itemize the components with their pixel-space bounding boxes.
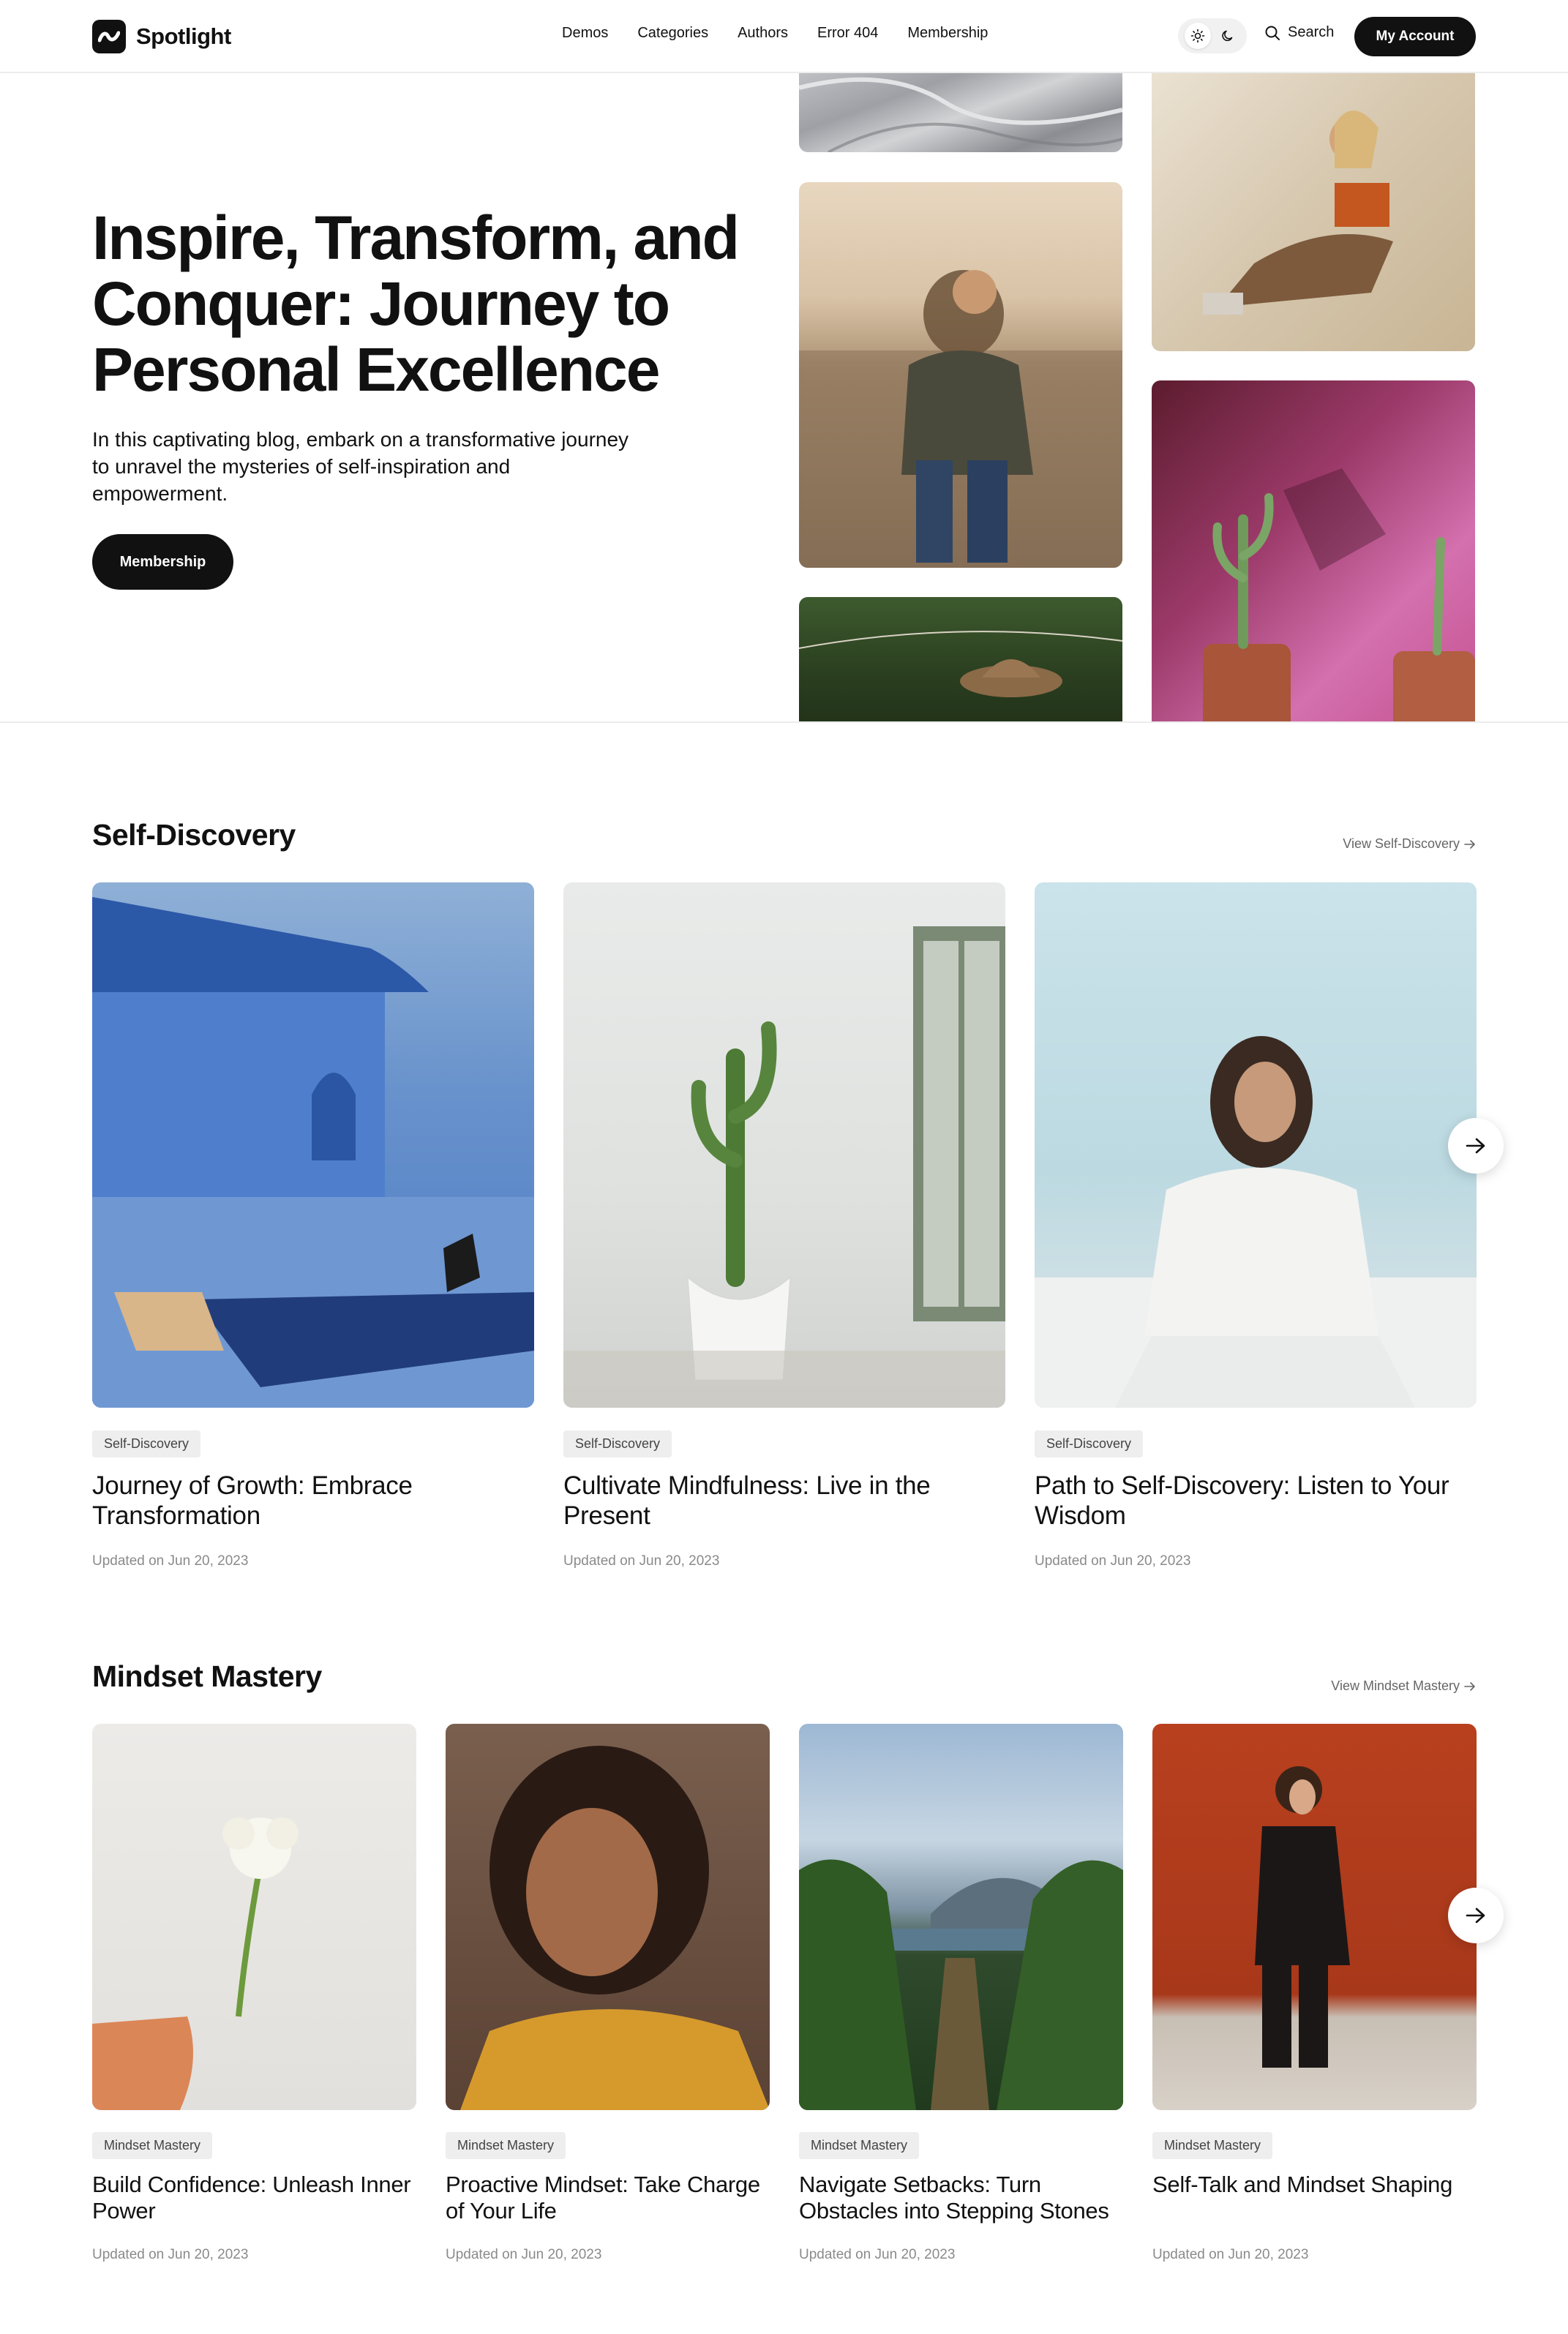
arrow-right-icon	[1464, 1681, 1475, 1691]
card-tag[interactable]: Self-Discovery	[92, 1430, 201, 1457]
carousel-next-button[interactable]	[1448, 1888, 1504, 1943]
view-link-label: View Mindset Mastery	[1331, 1678, 1460, 1693]
card-image-woman-white[interactable]	[1035, 882, 1477, 1408]
card-date: Updated on Jun 20, 2023	[799, 2247, 956, 2262]
main-nav: Demos Categories Authors Error 404 Membe…	[562, 25, 988, 42]
card-tag[interactable]: Mindset Mastery	[799, 2132, 920, 2159]
nav-item-authors[interactable]: Authors	[738, 25, 788, 42]
carousel-next-button[interactable]	[1448, 1118, 1504, 1174]
hero-description: In this captivating blog, embark on a tr…	[92, 428, 629, 505]
arrow-right-icon	[1466, 1138, 1485, 1154]
hero-title: Inspire, Transform, and Conquer: Journey…	[92, 203, 740, 404]
logo-mark-icon	[92, 20, 126, 53]
card-date: Updated on Jun 20, 2023	[1152, 2247, 1309, 2262]
section-title-mindset-mastery: Mindset Mastery	[92, 1659, 322, 1693]
hero-section: Inspire, Transform, and Conquer: Journey…	[0, 73, 1568, 723]
card-tag[interactable]: Self-Discovery	[563, 1430, 672, 1457]
sun-icon[interactable]	[1184, 23, 1211, 49]
arrow-right-icon	[1466, 1907, 1485, 1924]
site-header: Spotlight Demos Categories Authors Error…	[0, 0, 1568, 73]
hero-photo-cactus-pots	[1152, 380, 1475, 721]
card-tag[interactable]: Mindset Mastery	[92, 2132, 213, 2159]
card-tag[interactable]: Mindset Mastery	[1152, 2132, 1273, 2159]
card-image-woman-red-wall[interactable]	[1152, 1724, 1477, 2110]
card-title[interactable]: Journey of Growth: Embrace Transformatio…	[92, 1471, 517, 1531]
card-title[interactable]: Cultivate Mindfulness: Live in the Prese…	[563, 1471, 988, 1531]
search-button[interactable]: Search	[1264, 24, 1334, 41]
nav-item-categories[interactable]: Categories	[637, 25, 708, 42]
logo[interactable]: Spotlight	[92, 20, 231, 53]
nav-item-error-404[interactable]: Error 404	[817, 25, 878, 42]
card-title[interactable]: Navigate Setbacks: Turn Obstacles into S…	[799, 2172, 1121, 2224]
card-title[interactable]: Path to Self-Discovery: Listen to Your W…	[1035, 1471, 1474, 1531]
search-icon	[1265, 26, 1280, 40]
card-image-flower-glass[interactable]	[92, 1724, 416, 2110]
card-image-vineyard-lake[interactable]	[799, 1724, 1123, 2110]
search-label: Search	[1288, 24, 1335, 40]
hero-photo-hat-trees	[799, 597, 1122, 721]
card-image-woman-portrait[interactable]	[446, 1724, 770, 2110]
card-date: Updated on Jun 20, 2023	[92, 1553, 249, 1569]
card-image-blue-pool[interactable]	[92, 882, 534, 1408]
card-title[interactable]: Proactive Mindset: Take Charge of Your L…	[446, 2172, 768, 2224]
card-date: Updated on Jun 20, 2023	[446, 2247, 602, 2262]
view-mindset-mastery-link[interactable]: View Mindset Mastery	[1331, 1678, 1476, 1694]
card-date: Updated on Jun 20, 2023	[563, 1553, 720, 1569]
card-title[interactable]: Self-Talk and Mindset Shaping	[1152, 2172, 1474, 2198]
card-image-cactus-wall[interactable]	[563, 882, 1005, 1408]
logo-text: Spotlight	[136, 23, 231, 49]
view-link-label: View Self-Discovery	[1343, 836, 1460, 851]
hero-photo-sand-dunes	[799, 73, 1122, 152]
card-date: Updated on Jun 20, 2023	[1035, 1553, 1191, 1569]
card-title[interactable]: Build Confidence: Unleash Inner Power	[92, 2172, 414, 2224]
nav-item-membership[interactable]: Membership	[907, 25, 988, 42]
card-tag[interactable]: Mindset Mastery	[446, 2132, 566, 2159]
membership-button[interactable]: Membership	[92, 534, 233, 590]
arrow-right-icon	[1464, 839, 1475, 849]
my-account-button[interactable]: My Account	[1354, 17, 1476, 56]
hero-photo-woman-sitting	[1152, 73, 1475, 351]
section-title-self-discovery: Self-Discovery	[92, 818, 296, 852]
view-self-discovery-link[interactable]: View Self-Discovery	[1343, 836, 1476, 852]
theme-toggle[interactable]	[1178, 18, 1247, 53]
card-tag[interactable]: Self-Discovery	[1035, 1430, 1144, 1457]
card-date: Updated on Jun 20, 2023	[92, 2247, 249, 2262]
moon-icon[interactable]	[1215, 23, 1241, 49]
hero-photo-beach-couple	[799, 182, 1122, 568]
nav-item-demos[interactable]: Demos	[562, 25, 608, 42]
